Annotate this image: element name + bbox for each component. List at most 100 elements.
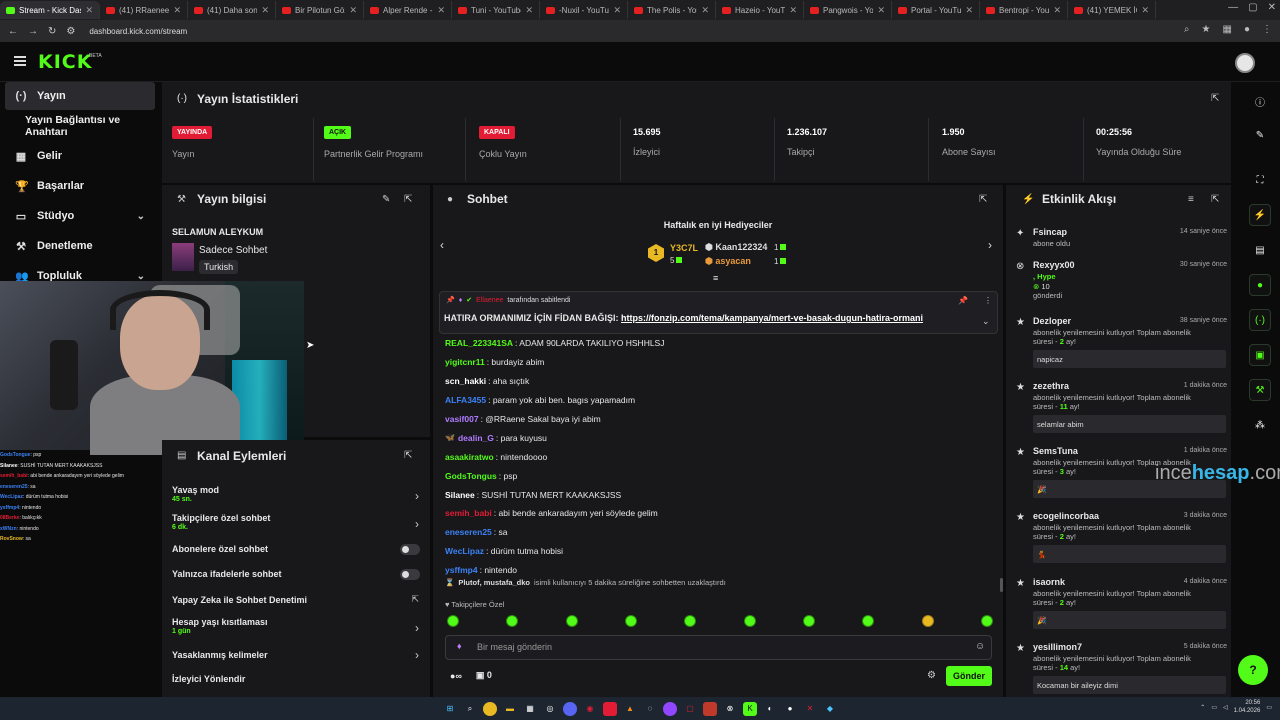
chat-username[interactable]: vasif007 <box>445 414 479 424</box>
event-username[interactable]: Dezloper <box>1033 316 1071 326</box>
event-username[interactable]: Rexyyx00 <box>1033 260 1075 270</box>
app-icon[interactable]: ● <box>783 702 797 716</box>
app-icon[interactable]: ◉ <box>583 702 597 716</box>
forward-icon[interactable]: → <box>28 26 38 37</box>
event-username[interactable]: yesillimon7 <box>1033 642 1082 652</box>
document-icon[interactable]: ▤ <box>1249 239 1271 261</box>
chat-username[interactable]: WecLipaz <box>445 546 484 556</box>
gifter-3-name[interactable]: ⬢ asyacan <box>705 256 751 267</box>
volume-icon[interactable]: ◁ <box>1223 704 1228 711</box>
tab-close-icon[interactable]: ✕ <box>173 5 181 16</box>
emote-icon[interactable] <box>921 615 934 627</box>
chrome-icon[interactable] <box>483 701 497 716</box>
toggle-switch[interactable] <box>400 544 420 555</box>
app-icon[interactable]: ✕ <box>803 702 817 716</box>
emote-icon[interactable] <box>684 615 697 627</box>
chat-username[interactable]: scn_hakki <box>445 376 486 386</box>
chat-username[interactable]: GodsTongus <box>445 471 497 481</box>
gifters-prev-icon[interactable]: ‹ <box>440 238 444 252</box>
back-icon[interactable]: ← <box>8 26 18 37</box>
chevron-right-icon[interactable]: › <box>415 648 419 662</box>
event-username[interactable]: SemsTuna <box>1033 446 1078 456</box>
chevron-right-icon[interactable]: › <box>415 489 419 503</box>
popout-icon[interactable]: ⇱ <box>979 194 987 205</box>
emote-icon[interactable] <box>980 615 993 627</box>
popout-icon[interactable]: ⇱ <box>404 194 412 205</box>
chat-username[interactable]: ALFA3455 <box>445 395 486 405</box>
chat-username[interactable]: eneseren25 <box>445 527 492 537</box>
gifter-2-name[interactable]: ⬢ Kaan122324 <box>705 242 767 253</box>
tab-close-icon[interactable]: ✕ <box>965 5 973 16</box>
chat-input-placeholder[interactable]: Bir mesaj gönderin <box>477 642 552 652</box>
chevron-down-icon[interactable]: ⌄ <box>137 211 145 222</box>
browser-tab[interactable]: Hazeio - YouTube ✕ <box>716 1 804 19</box>
tab-close-icon[interactable]: ✕ <box>701 5 709 16</box>
popout-icon[interactable]: ⇱ <box>1211 194 1219 205</box>
lightning-icon[interactable]: ⚡ <box>1249 204 1271 226</box>
emote-icon[interactable] <box>506 615 519 627</box>
chat-settings-icon[interactable]: ⚙ <box>927 670 936 681</box>
tab-close-icon[interactable]: ✕ <box>613 5 621 16</box>
tab-close-icon[interactable]: ✕ <box>877 5 885 16</box>
chat-username[interactable]: REAL_223341SA <box>445 338 513 348</box>
scroll-down-icon[interactable]: ≡ <box>713 273 718 283</box>
popout-icon[interactable]: ⇱ <box>404 450 412 461</box>
gifter-1-name[interactable]: Y3C7L <box>670 243 698 253</box>
network-icon[interactable]: ▭ <box>1211 704 1217 711</box>
chat-username[interactable]: semih_babi <box>445 508 492 518</box>
steam-icon[interactable]: ◎ <box>543 702 557 716</box>
browser-tab[interactable]: Tuni - YouTube ✕ <box>452 1 540 19</box>
chat-username[interactable]: ysffmp4 <box>445 565 478 575</box>
chat-username[interactable]: Silanee <box>445 490 475 500</box>
browser-tab[interactable]: Portal - YouTube✕ <box>892 1 980 19</box>
filter-icon[interactable]: ≡ <box>1188 194 1194 205</box>
app-icon[interactable]: ▲ <box>623 702 637 716</box>
toggle-switch[interactable] <box>400 569 420 580</box>
count-indicator[interactable]: ▣ 0 <box>476 670 492 681</box>
category-name[interactable]: Sadece Sohbet <box>199 245 267 256</box>
discord-icon[interactable] <box>563 701 577 716</box>
sidebar-item[interactable]: ⚒ Denetleme <box>5 232 155 260</box>
chat-username[interactable]: asaakiratwo <box>445 452 494 462</box>
sidebar-item[interactable]: ▦ Gelir <box>5 142 155 170</box>
profile-icon[interactable]: ● <box>1244 24 1250 35</box>
sidebar-item[interactable]: Yayın Bağlantısı ve Anahtarı <box>5 112 155 140</box>
event-username[interactable]: ecogelincorbaa <box>1033 511 1099 521</box>
popout-icon[interactable]: ⇱ <box>1211 93 1219 104</box>
info-icon[interactable]: ⓘ <box>1249 90 1271 112</box>
sidebar-item[interactable]: 🏆 Başarılar <box>5 172 155 200</box>
menu-icon[interactable]: ⋮ <box>1262 24 1272 35</box>
emoji-icon[interactable]: ☺ <box>975 641 985 652</box>
emote-icon[interactable] <box>565 615 578 627</box>
pinned-by-user[interactable]: Ellaenee <box>476 297 503 304</box>
reload-icon[interactable]: ↻ <box>48 26 56 37</box>
user-avatar[interactable] <box>1235 53 1255 73</box>
app-icon[interactable] <box>603 701 617 716</box>
channel-action[interactable]: Yasaklanmış kelimeler › <box>172 648 424 662</box>
pinned-link[interactable]: https://fonzip.com/tema/kampanya/mert-ve… <box>621 313 923 323</box>
hamburger-menu-icon[interactable] <box>14 56 26 66</box>
chat-username[interactable]: yigitcnr11 <box>445 357 485 367</box>
browser-tab[interactable]: Stream - Kick Dash ✕ <box>0 1 100 19</box>
event-username[interactable]: isaornk <box>1033 577 1065 587</box>
tab-close-icon[interactable]: ✕ <box>261 5 269 16</box>
expand-chevron-icon[interactable]: ⌄ <box>982 316 990 327</box>
channel-action[interactable]: İzleyici Yönlendir <box>172 674 424 684</box>
tab-close-icon[interactable]: ✕ <box>1141 5 1149 16</box>
wrench-icon[interactable]: ⚒ <box>1249 379 1271 401</box>
unpin-icon[interactable]: 📌 <box>958 296 968 305</box>
clock[interactable]: 20:56 1.04.2026 <box>1234 699 1261 715</box>
gifters-next-icon[interactable]: › <box>988 238 992 252</box>
channel-action[interactable]: Abonelere özel sohbet <box>172 544 424 555</box>
chat-username[interactable]: dealin_G <box>458 433 494 443</box>
start-icon[interactable]: ⊞ <box>443 702 457 716</box>
tray-chevron-icon[interactable]: ⌃ <box>1200 704 1205 711</box>
close-icon[interactable]: ✕ <box>1268 2 1276 13</box>
browser-tab[interactable]: Pangwois - YouTube✕ <box>804 1 892 19</box>
kick-app-icon[interactable]: K <box>743 701 757 716</box>
app-icon[interactable]: ▢ <box>683 702 697 716</box>
maximize-icon[interactable]: ▢ <box>1248 2 1257 13</box>
browser-tab[interactable]: -Nuxil - YouTube ✕ <box>540 1 628 19</box>
app-icon[interactable] <box>663 701 677 716</box>
app-icon[interactable]: ◌ <box>643 702 657 716</box>
